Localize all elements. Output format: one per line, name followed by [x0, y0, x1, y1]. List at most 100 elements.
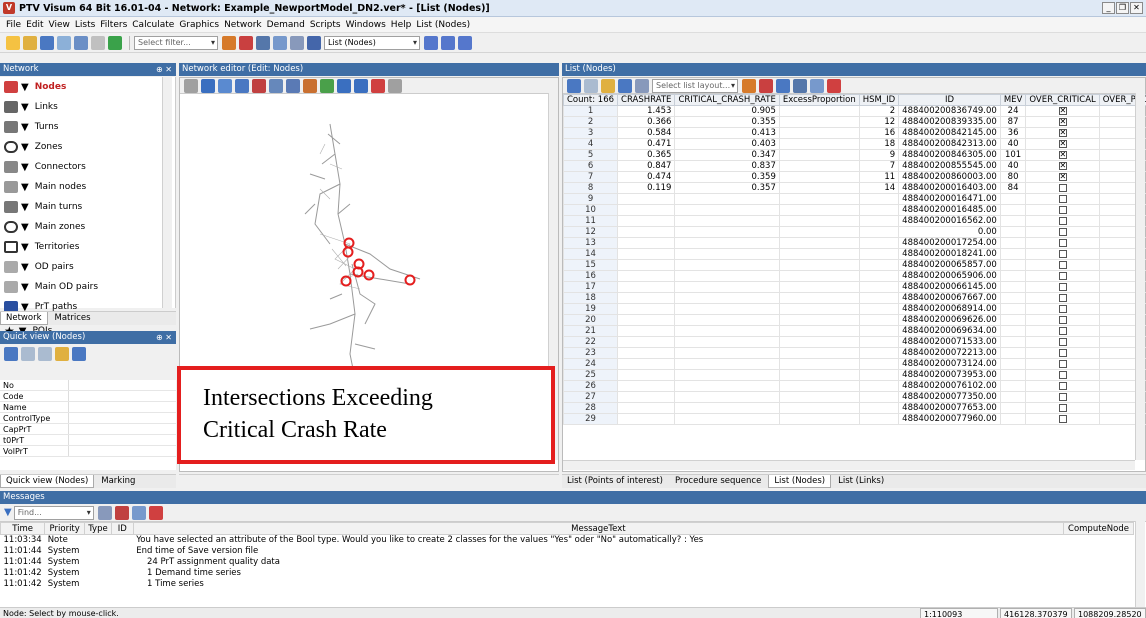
marking-icon[interactable] — [776, 78, 790, 93]
over-critical-cell[interactable] — [1025, 116, 1100, 128]
checkbox[interactable] — [1058, 150, 1067, 160]
over-critical-cell[interactable] — [1025, 325, 1100, 337]
over-critical-cell[interactable] — [1025, 369, 1100, 381]
checkbox[interactable] — [1058, 293, 1067, 302]
quickview-row[interactable]: No — [0, 380, 176, 391]
row-number[interactable]: 3 — [562, 127, 619, 139]
table-row[interactable]: 21 488400200069634.00 — [562, 325, 1146, 337]
quickview-row[interactable]: Name — [0, 402, 176, 413]
checkbox[interactable] — [1058, 249, 1067, 258]
save-as-icon[interactable] — [57, 35, 71, 50]
row-number[interactable]: 26 — [562, 380, 619, 392]
over-critical-cell[interactable] — [1025, 413, 1100, 425]
menu-graphics[interactable]: Graphics — [179, 20, 219, 30]
checkbox[interactable] — [1058, 414, 1067, 423]
row-number[interactable]: 12 — [562, 226, 619, 238]
over-critical-cell[interactable] — [1025, 138, 1100, 150]
col-time[interactable]: Time — [0, 522, 46, 535]
checkbox[interactable] — [1058, 106, 1067, 116]
net-item-connectors[interactable]: ▼ Connectors — [0, 157, 175, 177]
table-row[interactable]: 6 0.847 0.837 7 488400200855545.00 40 — [562, 160, 1146, 172]
message-row[interactable]: 11:01:44 System 24 PrT assignment quality… — [1, 557, 1134, 568]
tab-list-poi[interactable]: List (Points of interest) — [562, 475, 668, 488]
col-type[interactable]: Type — [84, 522, 112, 535]
find-input[interactable]: Find... — [13, 505, 94, 520]
message-row[interactable]: 11:01:44 System End time of Save version f… — [1, 546, 1134, 557]
over-critical-cell[interactable] — [1025, 259, 1100, 271]
quickview-row[interactable]: CapPrT — [0, 424, 176, 435]
checkbox[interactable] — [1058, 337, 1067, 346]
table-row[interactable]: 29 488400200077960.00 — [562, 413, 1146, 425]
over-critical-cell[interactable] — [1025, 248, 1100, 260]
list-hscroll[interactable] — [563, 460, 1135, 470]
table-row[interactable]: 8 0.119 0.357 14 488400200016403.00 84 — [562, 182, 1146, 194]
over-critical-cell[interactable] — [1025, 215, 1100, 227]
insert-icon[interactable] — [218, 78, 232, 93]
over-critical-cell[interactable] — [1025, 270, 1100, 282]
tab-matrices[interactable]: Matrices — [50, 312, 96, 325]
open-icon[interactable] — [55, 346, 69, 361]
checkbox[interactable] — [1058, 227, 1067, 236]
over-critical-cell[interactable] — [1025, 292, 1100, 304]
over-critical-cell[interactable] — [1025, 358, 1100, 370]
menu-file[interactable]: File — [6, 20, 21, 30]
row-number[interactable]: 9 — [562, 193, 619, 205]
filter-icon[interactable] — [222, 35, 236, 50]
row-number[interactable]: 24 — [562, 358, 619, 370]
row-number[interactable]: 7 — [562, 171, 619, 183]
table-row[interactable]: 24 488400200073124.00 — [562, 358, 1146, 370]
row-number[interactable]: 17 — [562, 281, 619, 293]
table-row[interactable]: 9 488400200016471.00 — [562, 193, 1146, 205]
critical-node-marker[interactable] — [363, 269, 375, 281]
checkbox[interactable] — [1058, 205, 1067, 214]
grid-icon[interactable] — [388, 78, 402, 93]
quickview-select-icon[interactable] — [4, 346, 18, 361]
tab-network[interactable]: Network — [0, 312, 48, 325]
checkbox[interactable] — [1058, 216, 1067, 225]
paste-icon[interactable] — [38, 346, 52, 361]
pin-close-icon[interactable]: ⊕ ✕ — [156, 63, 172, 76]
table-row[interactable]: 7 0.474 0.359 11 488400200860003.00 80 — [562, 171, 1146, 183]
critical-node-marker[interactable] — [343, 237, 355, 249]
net-item-zones[interactable]: ▼ Zones — [0, 137, 175, 157]
row-number[interactable]: 27 — [562, 391, 619, 403]
graphics-icon[interactable] — [269, 78, 283, 93]
row-number[interactable]: 14 — [562, 248, 619, 260]
options-icon[interactable] — [131, 505, 146, 520]
arrange-icon[interactable] — [458, 35, 472, 50]
record-icon[interactable] — [148, 505, 163, 520]
checkbox[interactable] — [1058, 194, 1067, 203]
editor-hscroll[interactable] — [179, 474, 559, 486]
checkbox[interactable] — [1058, 161, 1067, 171]
table-row[interactable]: 5 0.365 0.347 9 488400200846305.00 101 — [562, 149, 1146, 161]
over-critical-cell[interactable] — [1025, 149, 1100, 161]
row-number[interactable]: 11 — [562, 215, 619, 227]
save-layout-icon[interactable] — [618, 78, 632, 93]
net-item-main-nodes[interactable]: ▼ Main nodes — [0, 177, 175, 197]
menu-view[interactable]: View — [49, 20, 70, 30]
table-row[interactable]: 28 488400200077653.00 — [562, 402, 1146, 414]
over-critical-cell[interactable] — [1025, 314, 1100, 326]
menu-calculate[interactable]: Calculate — [132, 20, 174, 30]
window-select[interactable]: List (Nodes) — [324, 35, 420, 50]
filter-icon[interactable] — [742, 78, 756, 93]
clear-icon[interactable] — [114, 505, 129, 520]
table-row[interactable]: 12 0.00 — [562, 226, 1146, 238]
table-row[interactable]: 13 488400200017254.00 — [562, 237, 1146, 249]
message-row[interactable]: 11:01:42 System 1 Time series — [1, 579, 1134, 590]
col-id[interactable]: ID — [898, 94, 1001, 106]
copy-icon[interactable] — [21, 346, 35, 361]
row-number[interactable]: 1 — [562, 105, 619, 117]
menu-network[interactable]: Network — [224, 20, 262, 30]
checkbox[interactable] — [1058, 238, 1067, 247]
binoculars-icon[interactable] — [97, 505, 112, 520]
row-number[interactable]: 6 — [562, 160, 619, 172]
checkbox[interactable] — [1058, 271, 1067, 280]
list-vscroll[interactable] — [1135, 93, 1145, 460]
message-row[interactable]: 11:01:42 System 1 Demand time series — [1, 568, 1134, 579]
critical-node-marker[interactable] — [404, 274, 416, 286]
table-row[interactable]: 17 488400200066145.00 — [562, 281, 1146, 293]
table-row[interactable]: 10 488400200016485.00 — [562, 204, 1146, 216]
over-critical-cell[interactable] — [1025, 193, 1100, 205]
zoom-icon[interactable] — [201, 78, 215, 93]
